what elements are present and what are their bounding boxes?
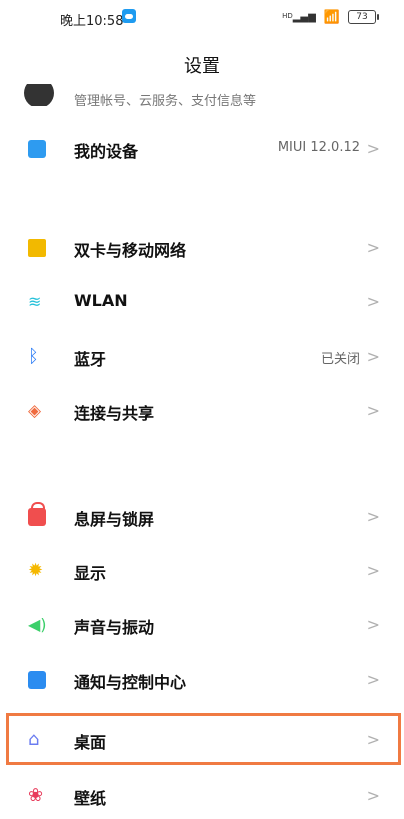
wifi-icon: ≋	[28, 292, 42, 311]
settings-item-lock-screen[interactable]: 息屏与锁屏 >	[0, 496, 404, 536]
settings-item-my-device[interactable]: 我的设备 MIUI 12.0.12 >	[0, 128, 404, 168]
chevron-right-icon: >	[366, 507, 380, 526]
settings-item-display[interactable]: ✹ 显示 >	[0, 550, 404, 590]
cloud-icon	[122, 9, 136, 23]
highlight-box	[6, 713, 401, 765]
device-icon	[28, 140, 46, 158]
sun-icon: ✹	[28, 560, 44, 581]
settings-item-dual-sim[interactable]: 双卡与移动网络 >	[0, 227, 404, 267]
share-icon: ◈	[28, 401, 42, 421]
chevron-right-icon: >	[366, 292, 380, 311]
battery-icon: 73	[348, 10, 379, 24]
settings-item-sound[interactable]: ◀) 声音与振动 >	[0, 604, 404, 644]
settings-item-wallpaper[interactable]: ❀ 壁纸 >	[0, 775, 404, 815]
item-label: 蓝牙	[74, 350, 107, 369]
system-icons: HD▂▄▆ 📶 73	[282, 8, 379, 26]
item-value: MIUI 12.0.12	[277, 140, 360, 155]
notification-icon	[28, 671, 46, 689]
chevron-right-icon: >	[366, 670, 380, 689]
chevron-right-icon: >	[366, 238, 380, 257]
item-label: WLAN	[74, 291, 128, 310]
chevron-right-icon: >	[366, 615, 380, 634]
settings-item-connection-share[interactable]: ◈ 连接与共享 >	[0, 390, 404, 430]
signal-icon: HD▂▄▆	[282, 11, 316, 23]
item-label: 我的设备	[74, 142, 139, 161]
item-label: 连接与共享	[74, 404, 155, 423]
settings-item-bluetooth[interactable]: ᛒ 蓝牙 已关闭 >	[0, 336, 404, 376]
lock-icon	[28, 502, 46, 526]
status-bar: 晚上10:58 HD▂▄▆ 📶 73	[0, 0, 404, 36]
wallpaper-icon: ❀	[28, 785, 44, 806]
chevron-right-icon: >	[366, 139, 380, 158]
bluetooth-icon: ᛒ	[28, 346, 39, 367]
status-time: 晚上10:58	[60, 14, 124, 29]
avatar	[24, 84, 54, 106]
page-title: 设置	[184, 56, 220, 77]
item-label: 息屏与锁屏	[74, 510, 155, 529]
wifi-status-icon: 📶	[323, 9, 340, 25]
item-label: 通知与控制中心	[74, 673, 187, 692]
speaker-icon: ◀)	[28, 615, 47, 634]
account-subtitle: 管理帐号、云服务、支付信息等	[74, 94, 257, 106]
chevron-right-icon: >	[366, 401, 380, 420]
item-label: 显示	[74, 564, 107, 583]
account-row[interactable]: 管理帐号、云服务、支付信息等	[0, 84, 404, 106]
chevron-right-icon: >	[366, 786, 380, 805]
item-label: 壁纸	[74, 789, 107, 808]
signal-hd-label: HD	[282, 11, 293, 20]
settings-item-notification[interactable]: 通知与控制中心 >	[0, 659, 404, 699]
chevron-right-icon: >	[366, 561, 380, 580]
sim-card-icon	[28, 239, 46, 257]
item-label: 双卡与移动网络	[74, 241, 187, 260]
settings-item-wlan[interactable]: ≋ WLAN >	[0, 281, 404, 321]
item-label: 声音与振动	[74, 618, 155, 637]
item-value: 已关闭	[320, 352, 360, 367]
chevron-right-icon: >	[366, 347, 380, 366]
